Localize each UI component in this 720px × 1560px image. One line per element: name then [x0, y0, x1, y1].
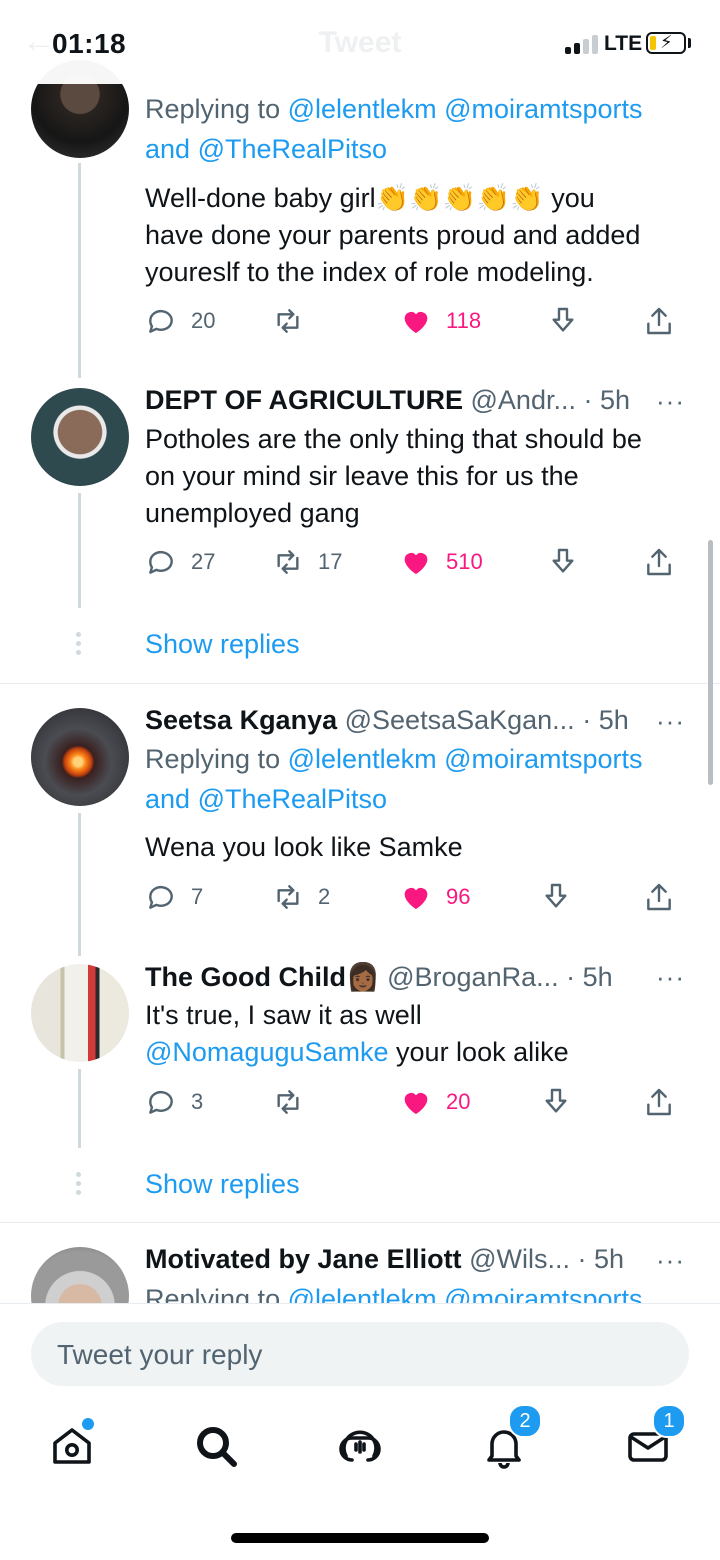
signal-icon	[565, 34, 605, 54]
scrollbar[interactable]	[708, 540, 713, 785]
thread-line	[78, 493, 81, 608]
tweet-text: Well-done baby girl👏👏👏👏👏 you have done y…	[145, 183, 641, 287]
mention-link[interactable]: @NomaguguSamke	[145, 1037, 389, 1067]
tweet-author[interactable]: Seetsa Kganya @SeetsaSaKgan... · 5h	[145, 705, 629, 736]
download-button[interactable]	[540, 877, 572, 917]
battery-cap	[688, 38, 691, 48]
tweet-author[interactable]: Motivated by Jane Elliott @Wils... · 5h	[145, 1244, 624, 1275]
mention-link[interactable]: @lelentlekm	[288, 744, 437, 774]
download-arrow-icon	[552, 307, 574, 332]
more-options-icon[interactable]: ···	[656, 386, 685, 417]
retweet-button[interactable]	[272, 1082, 318, 1122]
status-time: 01:18	[52, 28, 127, 59]
divider	[0, 683, 720, 684]
tweet-author[interactable]: DEPT OF AGRICULTURE @Andr... · 5h	[145, 385, 630, 416]
tab-home[interactable]	[48, 1416, 96, 1470]
divider	[0, 1222, 720, 1223]
reply-icon	[149, 885, 173, 909]
tab-spaces[interactable]	[336, 1422, 384, 1470]
mention-link[interactable]: @lelentlekm	[288, 94, 437, 124]
share-button[interactable]	[643, 1082, 675, 1122]
search-icon	[197, 1427, 237, 1467]
replying-to: Replying to @lelentlekm @moiramtsports a…	[145, 94, 643, 164]
tweet-author[interactable]: The Good Child👩🏾 @BroganRa... · 5h	[145, 961, 613, 993]
retweet-icon	[277, 1090, 299, 1114]
notifications-badge: 2	[508, 1404, 542, 1438]
share-icon	[647, 307, 671, 335]
reply-button[interactable]: 3	[145, 1082, 203, 1122]
tab-messages[interactable]: 1	[624, 1404, 686, 1470]
bottom-panel: 2 1	[0, 1303, 720, 1560]
more-options-icon[interactable]: ···	[656, 962, 685, 993]
share-icon	[647, 548, 671, 576]
show-replies-link[interactable]: Show replies	[145, 629, 300, 660]
mention-link[interactable]: @moiramtsports	[444, 94, 642, 124]
reply-icon	[149, 550, 173, 574]
download-arrow-icon	[552, 548, 574, 573]
heart-icon	[404, 1092, 428, 1114]
reply-button[interactable]: 27	[145, 542, 215, 582]
download-button[interactable]	[547, 542, 579, 582]
avatar[interactable]	[31, 708, 129, 806]
download-arrow-icon	[545, 1088, 567, 1113]
share-button[interactable]	[643, 542, 675, 582]
retweet-icon	[277, 550, 299, 574]
status-bar: ← Tweet 01:18 LTE ⚡	[0, 0, 720, 84]
tweet-text: Wena you look like Samke	[145, 832, 463, 862]
more-options-icon[interactable]: ···	[656, 706, 685, 737]
share-icon	[647, 883, 671, 911]
show-replies-link[interactable]: Show replies	[145, 1169, 300, 1200]
replying-to: Replying to @lelentlekm @moiramtsports a…	[145, 744, 643, 814]
reply-button[interactable]: 7	[145, 877, 203, 917]
avatar[interactable]	[31, 964, 129, 1062]
reply-input[interactable]	[55, 1322, 659, 1388]
more-options-icon[interactable]: ···	[656, 1245, 685, 1276]
retweet-icon	[277, 885, 299, 909]
like-button[interactable]: 118	[400, 301, 481, 341]
share-button[interactable]	[643, 301, 675, 341]
messages-badge: 1	[652, 1404, 686, 1438]
reply-icon	[149, 309, 173, 333]
retweet-button[interactable]: 17	[272, 542, 342, 582]
heart-icon	[404, 887, 428, 909]
like-button[interactable]: 96	[400, 877, 470, 917]
tweet-text: It's true, I saw it as well @NomaguguSam…	[145, 1000, 569, 1067]
home-unread-dot	[80, 1416, 96, 1432]
download-arrow-icon	[545, 883, 567, 908]
thread-line	[78, 813, 81, 956]
battery-icon: ⚡	[646, 32, 686, 54]
like-button[interactable]: 20	[400, 1082, 470, 1122]
reply-button[interactable]: 20	[145, 301, 215, 341]
retweet-button[interactable]: 2	[272, 877, 330, 917]
download-button[interactable]	[547, 301, 579, 341]
mention-link[interactable]: @TheRealPitso	[198, 134, 388, 164]
avatar[interactable]	[31, 388, 129, 486]
share-icon	[647, 1088, 671, 1116]
thread-dots	[76, 1172, 82, 1199]
share-button[interactable]	[643, 877, 675, 917]
retweet-icon	[277, 309, 299, 333]
network-label: LTE	[604, 32, 643, 55]
heart-icon	[404, 311, 428, 333]
home-indicator[interactable]	[231, 1533, 489, 1543]
tab-search[interactable]	[192, 1422, 240, 1470]
reply-icon	[149, 1090, 173, 1114]
mention-link[interactable]: @moiramtsports	[444, 744, 642, 774]
tweet-text: Potholes are the only thing that should …	[145, 424, 642, 528]
spaces-icon	[339, 1430, 381, 1462]
heart-icon	[404, 552, 428, 574]
thread-line	[78, 1069, 81, 1148]
thread-dots	[76, 632, 82, 659]
like-button[interactable]: 510	[400, 542, 483, 582]
tab-notifications[interactable]: 2	[480, 1404, 542, 1470]
retweet-button[interactable]	[272, 301, 318, 341]
reply-composer[interactable]	[31, 1322, 689, 1388]
thread-line	[78, 163, 81, 378]
download-button[interactable]	[540, 1082, 572, 1122]
mention-link[interactable]: @TheRealPitso	[198, 784, 388, 814]
